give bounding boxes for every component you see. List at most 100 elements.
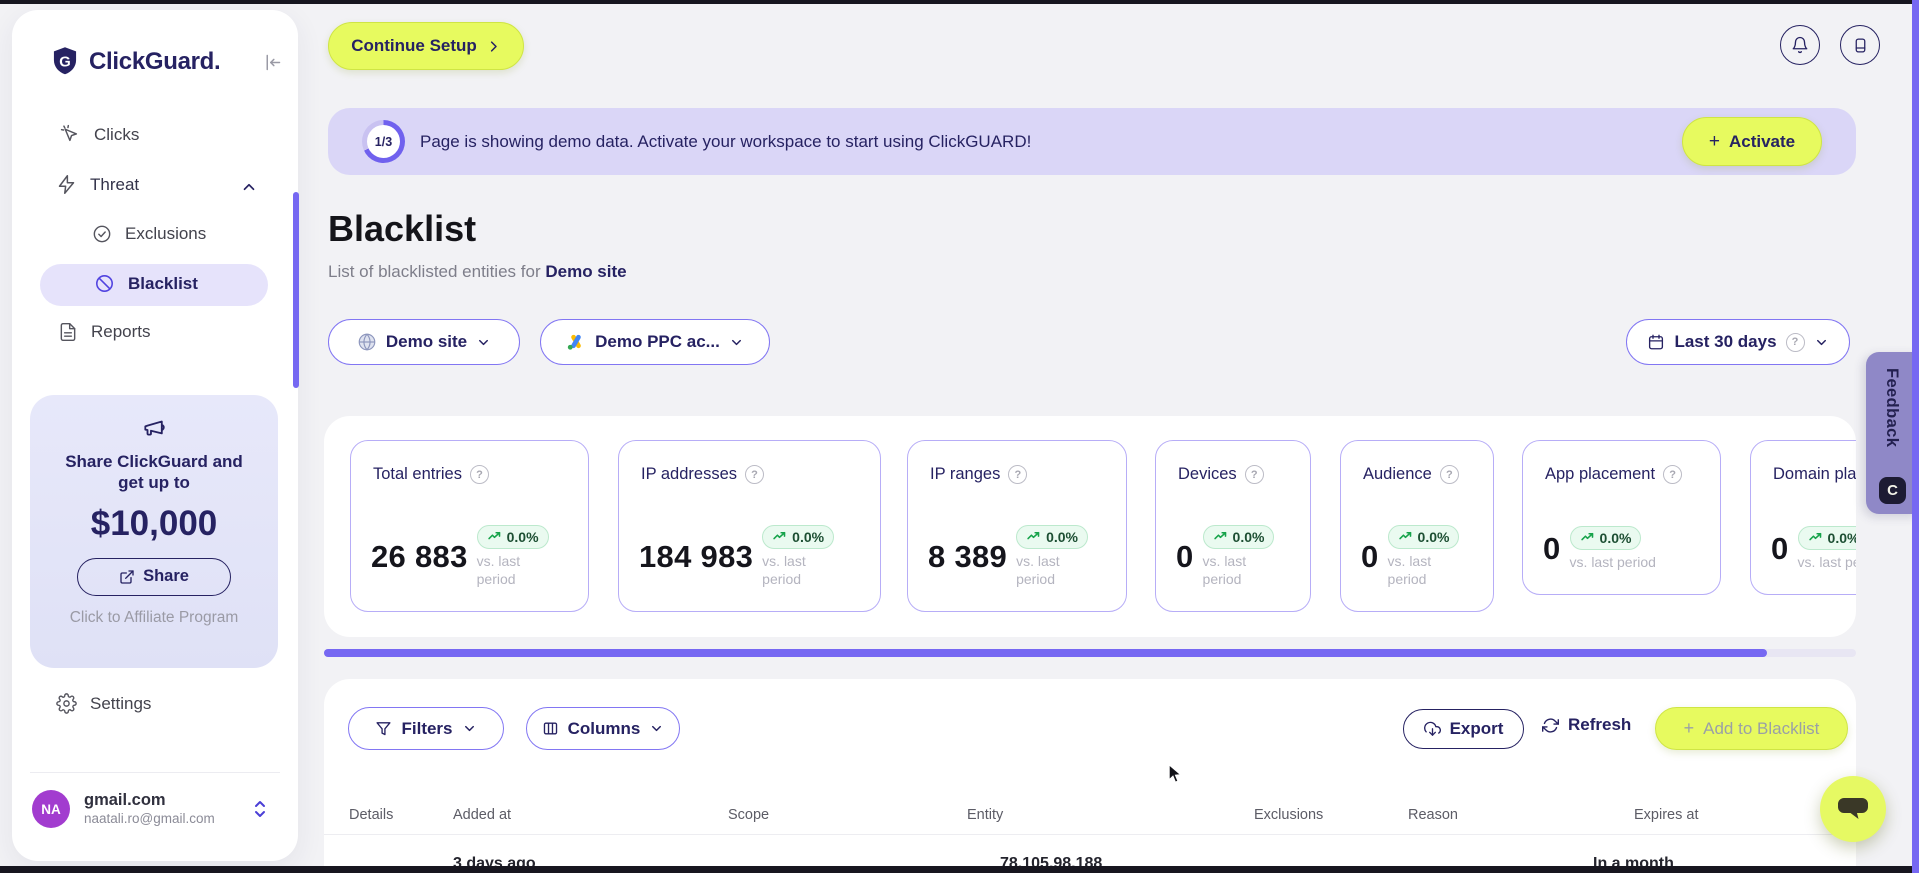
blacklist-table-panel: Filters Columns Export Refresh + Add to … <box>324 679 1856 873</box>
delta-badge: 0.0% <box>762 524 835 549</box>
promo-heading: Share ClickGuard and get up to <box>65 452 243 493</box>
columns-icon <box>542 720 559 737</box>
help-icon[interactable]: ? <box>1439 465 1459 484</box>
delta-badge: 0.0% <box>1387 524 1460 549</box>
stat-value: 0 <box>1361 538 1379 574</box>
column-header-reason[interactable]: Reason <box>1408 807 1458 823</box>
top-edge <box>0 0 1919 4</box>
column-header-entity[interactable]: Entity <box>967 807 1003 823</box>
add-to-blacklist-button[interactable]: + Add to Blacklist <box>1655 707 1848 750</box>
stat-value: 0 <box>1771 530 1789 566</box>
avatar-initials: NA <box>41 801 61 817</box>
stat-label: Devices <box>1178 465 1237 483</box>
vs-last-period: vs. last period <box>476 553 521 588</box>
stat-value: 184 983 <box>639 538 754 574</box>
help-icon[interactable]: ? <box>1244 465 1264 484</box>
cloud-download-icon <box>1423 721 1441 738</box>
chevron-right-icon <box>486 39 501 54</box>
vs-last-period: vs. last period <box>1202 553 1247 588</box>
external-link-icon <box>119 569 135 585</box>
stat-label: IP addresses <box>641 465 738 483</box>
sidebar-item-blacklist[interactable]: Blacklist <box>40 264 268 306</box>
sidebar-item-reports[interactable]: Reports <box>58 322 151 342</box>
filters-label: Filters <box>401 718 453 738</box>
account-switcher-icon[interactable] <box>252 799 268 819</box>
delta-badge: 0.0% <box>1202 524 1275 549</box>
google-ads-icon <box>566 332 586 352</box>
collapse-sidebar-icon[interactable] <box>262 52 283 73</box>
refresh-button[interactable]: Refresh <box>1542 715 1631 735</box>
sidebar-item-threat[interactable]: Threat <box>56 174 139 195</box>
stat-value: 0 <box>1543 530 1561 566</box>
delta-badge: 0.0% <box>1569 525 1642 550</box>
bottom-edge <box>0 866 1919 873</box>
date-range-selector[interactable]: Last 30 days ? <box>1626 319 1850 365</box>
megaphone-icon <box>30 415 278 441</box>
sidebar-item-settings[interactable]: Settings <box>56 693 151 714</box>
column-header-scope[interactable]: Scope <box>728 807 769 823</box>
bell-icon <box>1791 36 1809 54</box>
column-header-expires-at[interactable]: Expires at <box>1634 807 1698 823</box>
promo-amount: $10,000 <box>90 503 218 543</box>
stat-label: Audience <box>1363 465 1432 483</box>
cursor-click-icon <box>60 124 81 145</box>
lightning-icon <box>56 174 77 195</box>
document-icon <box>58 322 78 342</box>
plus-icon: + <box>1708 130 1720 152</box>
help-icon[interactable]: ? <box>745 465 765 484</box>
sidebar-divider <box>30 772 280 773</box>
shield-logo-icon: G <box>50 46 80 78</box>
help-icon[interactable]: ? <box>1785 332 1805 352</box>
activate-button[interactable]: + Activate <box>1682 117 1822 166</box>
chevron-down-icon <box>462 721 477 736</box>
avatar[interactable]: NA <box>32 790 70 828</box>
export-label: Export <box>1449 719 1504 738</box>
column-header-exclusions[interactable]: Exclusions <box>1254 807 1323 823</box>
delta-value: 0.0% <box>1417 528 1450 545</box>
sidebar-item-label: Reports <box>91 322 151 341</box>
page-subtitle-text: List of blacklisted entities for <box>328 262 541 281</box>
export-button[interactable]: Export <box>1403 709 1524 749</box>
site-selector-value: Demo site <box>385 332 468 351</box>
stats-panel: Total entries? 26 883 0.0% vs. last peri… <box>324 416 1856 637</box>
help-icon[interactable]: ? <box>1008 465 1028 484</box>
vs-last-period: vs. last period <box>1387 553 1432 588</box>
help-icon[interactable]: ? <box>469 465 489 484</box>
chat-widget-button[interactable] <box>1820 776 1886 842</box>
columns-label: Columns <box>567 718 641 738</box>
sidebar-item-clicks[interactable]: Clicks <box>60 124 139 145</box>
demo-data-banner: 1/3 Page is showing demo data. Activate … <box>328 108 1856 175</box>
chevron-down-icon <box>1814 335 1829 350</box>
settings-label: Settings <box>90 693 152 713</box>
column-header-details[interactable]: Details <box>349 807 393 823</box>
stat-value: 26 883 <box>371 538 468 574</box>
vs-last-period: vs. last period <box>1569 554 1656 571</box>
continue-setup-button[interactable]: Continue Setup <box>328 22 524 70</box>
setup-progress-value: 1/3 <box>374 134 393 149</box>
stats-scrollbar-thumb[interactable] <box>324 649 1767 657</box>
sidebar-item-exclusions[interactable]: Exclusions <box>92 224 206 244</box>
stat-card-domain-placement: Domain placement? 0 0.0% vs. last period <box>1750 440 1856 595</box>
chat-bubble-icon <box>1836 794 1870 824</box>
sidebar: G ClickGuard. Clicks Threat Exclusions B… <box>12 10 299 861</box>
share-button[interactable]: Share <box>77 557 231 596</box>
notifications-button[interactable] <box>1780 25 1820 65</box>
site-selector[interactable]: Demo site <box>328 319 520 365</box>
page-title: Blacklist <box>328 208 477 249</box>
stat-card-audience: Audience? 0 0.0% vs. last period <box>1340 440 1494 612</box>
chevron-up-icon[interactable] <box>240 178 258 196</box>
ppc-account-selector[interactable]: Demo PPC ac... <box>540 319 770 365</box>
affiliate-promo-card[interactable]: Share ClickGuard and get up to $10,000 S… <box>30 395 278 668</box>
sidebar-scrollbar[interactable] <box>293 192 299 388</box>
stat-label: IP ranges <box>930 465 1001 483</box>
globe-icon <box>357 332 377 352</box>
docs-button[interactable] <box>1840 25 1880 65</box>
help-icon[interactable]: ? <box>1663 465 1683 484</box>
filters-button[interactable]: Filters <box>348 707 504 750</box>
page-scrollbar[interactable] <box>1912 0 1919 873</box>
stat-label: Total entries <box>373 465 462 483</box>
column-header-added-at[interactable]: Added at <box>453 807 511 823</box>
svg-text:G: G <box>59 54 70 70</box>
brand-logo[interactable]: G ClickGuard. <box>50 46 221 78</box>
columns-button[interactable]: Columns <box>526 707 680 750</box>
